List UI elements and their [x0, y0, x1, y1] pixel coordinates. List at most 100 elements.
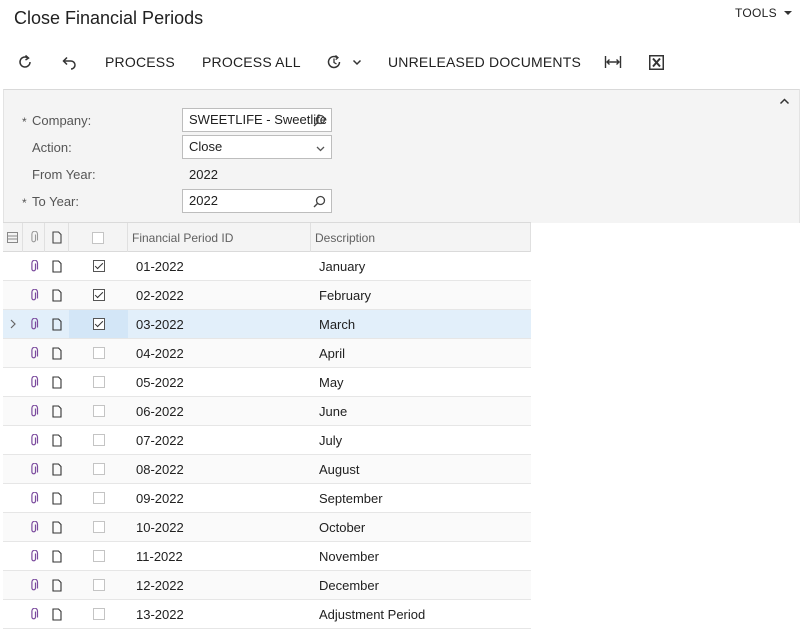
attachment-cell[interactable]	[23, 484, 45, 512]
note-cell[interactable]	[45, 368, 69, 396]
row-checkbox[interactable]	[92, 521, 105, 533]
undo-button[interactable]	[60, 44, 78, 80]
note-cell[interactable]	[45, 600, 69, 628]
row-checkbox-cell[interactable]	[69, 542, 128, 570]
table-row[interactable]: 03-2022 March	[3, 310, 531, 339]
table-row[interactable]: 02-2022 February	[3, 281, 531, 310]
period-id-cell[interactable]: 06-2022	[136, 397, 306, 425]
row-checkbox-cell[interactable]	[69, 484, 128, 512]
description-cell[interactable]: September	[319, 484, 529, 512]
note-cell[interactable]	[45, 571, 69, 599]
attachment-cell[interactable]	[23, 455, 45, 483]
row-pointer-cell[interactable]	[5, 426, 21, 454]
period-id-cell[interactable]: 07-2022	[136, 426, 306, 454]
row-pointer-cell[interactable]	[5, 571, 21, 599]
row-checkbox[interactable]	[92, 260, 105, 272]
to-year-field[interactable]: 2022	[182, 189, 332, 213]
row-checkbox-cell[interactable]	[69, 426, 128, 454]
attachment-cell[interactable]	[23, 600, 45, 628]
description-cell[interactable]: July	[319, 426, 529, 454]
table-row[interactable]: 01-2022 January	[3, 252, 531, 281]
note-cell[interactable]	[45, 513, 69, 541]
description-cell[interactable]: December	[319, 571, 529, 599]
table-row[interactable]: 05-2022 May	[3, 368, 531, 397]
row-checkbox-cell[interactable]	[69, 368, 128, 396]
attachment-cell[interactable]	[23, 571, 45, 599]
select-all-checkbox[interactable]	[92, 231, 104, 244]
row-pointer-cell[interactable]	[5, 513, 21, 541]
row-checkbox[interactable]	[92, 376, 105, 388]
description-cell[interactable]: February	[319, 281, 529, 309]
action-select[interactable]: Close	[182, 135, 332, 159]
note-cell[interactable]	[45, 455, 69, 483]
column-header-description[interactable]: Description	[311, 223, 531, 252]
row-pointer-cell[interactable]	[5, 368, 21, 396]
description-cell[interactable]: April	[319, 339, 529, 367]
column-header-period-id[interactable]: Financial Period ID	[128, 223, 311, 252]
row-checkbox-cell[interactable]	[69, 252, 128, 280]
attachment-cell[interactable]	[23, 513, 45, 541]
note-cell[interactable]	[45, 397, 69, 425]
row-pointer-cell[interactable]	[5, 600, 21, 628]
note-cell[interactable]	[45, 310, 69, 338]
attachment-cell[interactable]	[23, 281, 45, 309]
description-cell[interactable]: October	[319, 513, 529, 541]
row-pointer-cell[interactable]	[5, 252, 21, 280]
row-selector-header[interactable]	[3, 223, 23, 252]
table-row[interactable]: 12-2022 December	[3, 571, 531, 600]
row-checkbox[interactable]	[92, 347, 105, 359]
table-row[interactable]: 13-2022 Adjustment Period	[3, 600, 531, 629]
company-field[interactable]: SWEETLIFE - Sweetlife	[182, 108, 332, 132]
row-pointer-cell[interactable]	[5, 455, 21, 483]
period-id-cell[interactable]: 13-2022	[136, 600, 306, 628]
row-pointer-cell[interactable]	[5, 310, 21, 338]
description-cell[interactable]: November	[319, 542, 529, 570]
row-checkbox-cell[interactable]	[69, 513, 128, 541]
row-pointer-cell[interactable]	[5, 542, 21, 570]
row-pointer-cell[interactable]	[5, 339, 21, 367]
table-row[interactable]: 04-2022 April	[3, 339, 531, 368]
row-checkbox-cell[interactable]	[69, 571, 128, 599]
collapse-button[interactable]	[778, 95, 791, 113]
refresh-button[interactable]	[17, 44, 33, 80]
table-row[interactable]: 11-2022 November	[3, 542, 531, 571]
note-cell[interactable]	[45, 542, 69, 570]
row-checkbox-cell[interactable]	[69, 397, 128, 425]
period-id-cell[interactable]: 12-2022	[136, 571, 306, 599]
note-cell[interactable]	[45, 484, 69, 512]
row-checkbox[interactable]	[92, 318, 105, 330]
row-checkbox-cell[interactable]	[69, 600, 128, 628]
process-button[interactable]: PROCESS	[105, 44, 175, 80]
row-checkbox-cell[interactable]	[69, 281, 128, 309]
period-id-cell[interactable]: 08-2022	[136, 455, 306, 483]
description-cell[interactable]: June	[319, 397, 529, 425]
attachment-cell[interactable]	[23, 542, 45, 570]
description-cell[interactable]: May	[319, 368, 529, 396]
row-checkbox-cell[interactable]	[69, 339, 128, 367]
row-checkbox-cell[interactable]	[69, 310, 128, 338]
period-id-cell[interactable]: 11-2022	[136, 542, 306, 570]
attachment-cell[interactable]	[23, 426, 45, 454]
row-checkbox[interactable]	[92, 579, 105, 591]
attachment-cell[interactable]	[23, 368, 45, 396]
row-pointer-cell[interactable]	[5, 281, 21, 309]
row-checkbox[interactable]	[92, 289, 105, 301]
period-id-cell[interactable]: 05-2022	[136, 368, 306, 396]
table-row[interactable]: 10-2022 October	[3, 513, 531, 542]
description-cell[interactable]: Adjustment Period	[319, 600, 529, 628]
row-checkbox[interactable]	[92, 550, 105, 562]
table-row[interactable]: 06-2022 June	[3, 397, 531, 426]
note-cell[interactable]	[45, 252, 69, 280]
row-pointer-cell[interactable]	[5, 397, 21, 425]
description-cell[interactable]: August	[319, 455, 529, 483]
row-checkbox-cell[interactable]	[69, 455, 128, 483]
attachment-cell[interactable]	[23, 252, 45, 280]
process-all-button[interactable]: PROCESS ALL	[202, 44, 301, 80]
row-checkbox[interactable]	[92, 608, 105, 620]
period-id-cell[interactable]: 01-2022	[136, 252, 306, 280]
note-cell[interactable]	[45, 339, 69, 367]
attachment-cell[interactable]	[23, 397, 45, 425]
attachment-header[interactable]	[23, 223, 45, 252]
attachment-cell[interactable]	[23, 339, 45, 367]
row-checkbox[interactable]	[92, 405, 105, 417]
